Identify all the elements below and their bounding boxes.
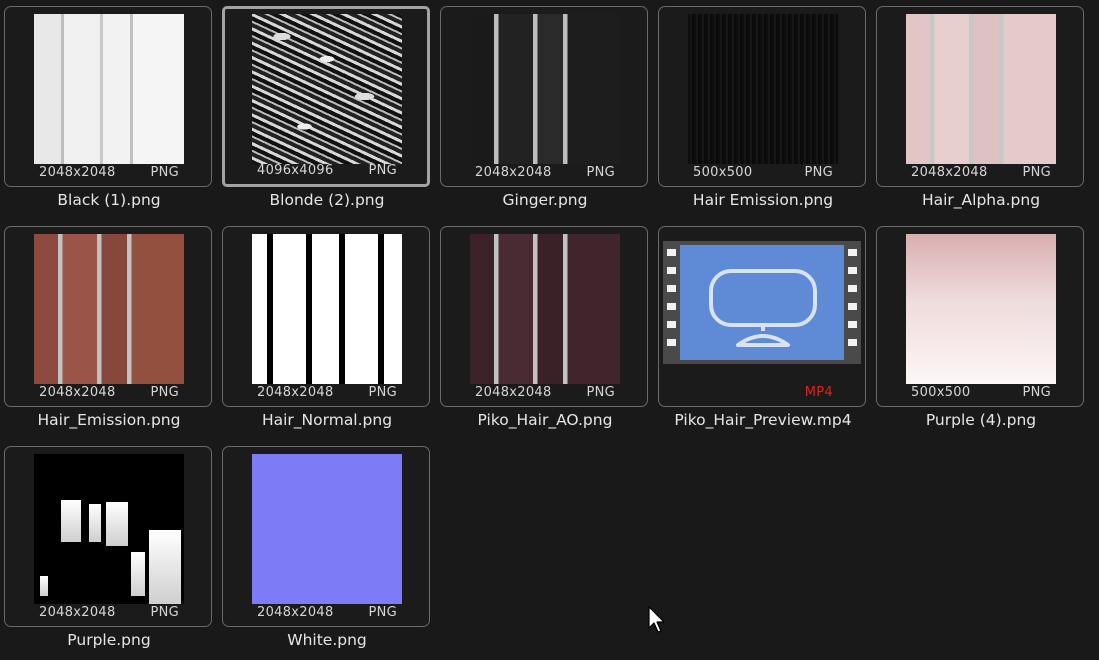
file-card[interactable]: 500x500 PNG [658,6,866,187]
file-grid: 2048x2048 PNG Black (1).png 4096x4096 PN… [0,0,1099,660]
file-name[interactable]: Black (1).png [0,191,218,209]
file-tile[interactable]: 500x500 PNG Purple (4).png [872,220,1090,440]
file-name[interactable]: Ginger.png [436,191,654,209]
video-film-icon [663,241,861,364]
file-tile[interactable]: 2048x2048 PNG Purple.png [0,440,218,660]
black-strands-icon [470,14,620,164]
file-type: MP4 [804,385,833,400]
file-tile[interactable]: 2048x2048 PNG Hair_Alpha.png [872,0,1090,220]
file-name[interactable]: Blonde (2).png [218,191,436,209]
file-type: PNG [1022,385,1051,400]
file-tile[interactable]: 500x500 PNG Hair Emission.png [654,0,872,220]
file-name[interactable]: Hair Emission.png [654,191,872,209]
normal-map-icon [252,454,402,604]
image-dimensions: 2048x2048 [475,165,552,180]
file-name[interactable]: Purple (4).png [872,411,1090,429]
file-type: PNG [368,385,397,400]
file-card-selected[interactable]: 4096x4096 PNG [222,6,430,187]
file-card[interactable]: 2048x2048 PNG [222,446,430,627]
mouse-cursor-icon [648,606,665,633]
file-tile[interactable]: 4096x4096 PNG Blonde (2).png [218,0,436,220]
file-tile[interactable]: 2048x2048 PNG Hair_Normal.png [218,220,436,440]
image-dimensions: 2048x2048 [911,165,988,180]
file-name[interactable]: Purple.png [0,631,218,649]
image-dimensions: 500x500 [911,385,971,400]
dark-streaks-icon [688,14,838,164]
red-strands-icon [34,234,184,384]
image-dimensions: 2048x2048 [39,605,116,620]
file-type: PNG [150,165,179,180]
file-type: PNG [586,385,615,400]
image-dimensions: 2048x2048 [39,385,116,400]
scattered-strands-icon [252,14,402,164]
file-card[interactable]: 2048x2048 PNG [4,226,212,407]
file-card[interactable]: 500x500 PNG [876,226,1084,407]
image-dimensions: 2048x2048 [39,165,116,180]
image-dimensions: 4096x4096 [257,163,334,178]
image-dimensions: 500x500 [693,165,753,180]
file-card[interactable]: MP4 [658,226,866,407]
file-name[interactable]: Hair_Alpha.png [872,191,1090,209]
file-name[interactable]: Piko_Hair_AO.png [436,411,654,429]
bw-mask-icon [252,234,402,384]
file-type: PNG [586,165,615,180]
file-tile[interactable]: 2048x2048 PNG Ginger.png [436,0,654,220]
image-dimensions: 2048x2048 [475,385,552,400]
file-card[interactable]: 2048x2048 PNG [4,446,212,627]
file-tile[interactable]: 2048x2048 PNG Hair_Emission.png [0,220,218,440]
file-name[interactable]: White.png [218,631,436,649]
file-name[interactable]: Piko_Hair_Preview.mp4 [654,411,872,429]
white-strands-icon [34,14,184,164]
pink-strands-icon [906,14,1056,164]
file-tile[interactable]: 2048x2048 PNG White.png [218,440,436,660]
file-card[interactable]: 2048x2048 PNG [4,6,212,187]
file-type: PNG [150,605,179,620]
file-name[interactable]: Hair_Normal.png [218,411,436,429]
file-card[interactable]: 2048x2048 PNG [876,6,1084,187]
ao-strands-icon [470,234,620,384]
file-name[interactable]: Hair_Emission.png [0,411,218,429]
pink-gradient-icon [906,234,1056,384]
file-tile[interactable]: 2048x2048 PNG Black (1).png [0,0,218,220]
mask-blocks-icon [34,454,184,604]
file-type: PNG [368,163,397,178]
image-dimensions: 2048x2048 [257,605,334,620]
file-tile[interactable]: MP4 Piko_Hair_Preview.mp4 [654,220,872,440]
file-card[interactable]: 2048x2048 PNG [440,226,648,407]
file-type: PNG [804,165,833,180]
file-type: PNG [368,605,397,620]
file-type: PNG [1022,165,1051,180]
file-tile[interactable]: 2048x2048 PNG Piko_Hair_AO.png [436,220,654,440]
image-dimensions: 2048x2048 [257,385,334,400]
file-card[interactable]: 2048x2048 PNG [440,6,648,187]
file-card[interactable]: 2048x2048 PNG [222,226,430,407]
file-type: PNG [150,385,179,400]
